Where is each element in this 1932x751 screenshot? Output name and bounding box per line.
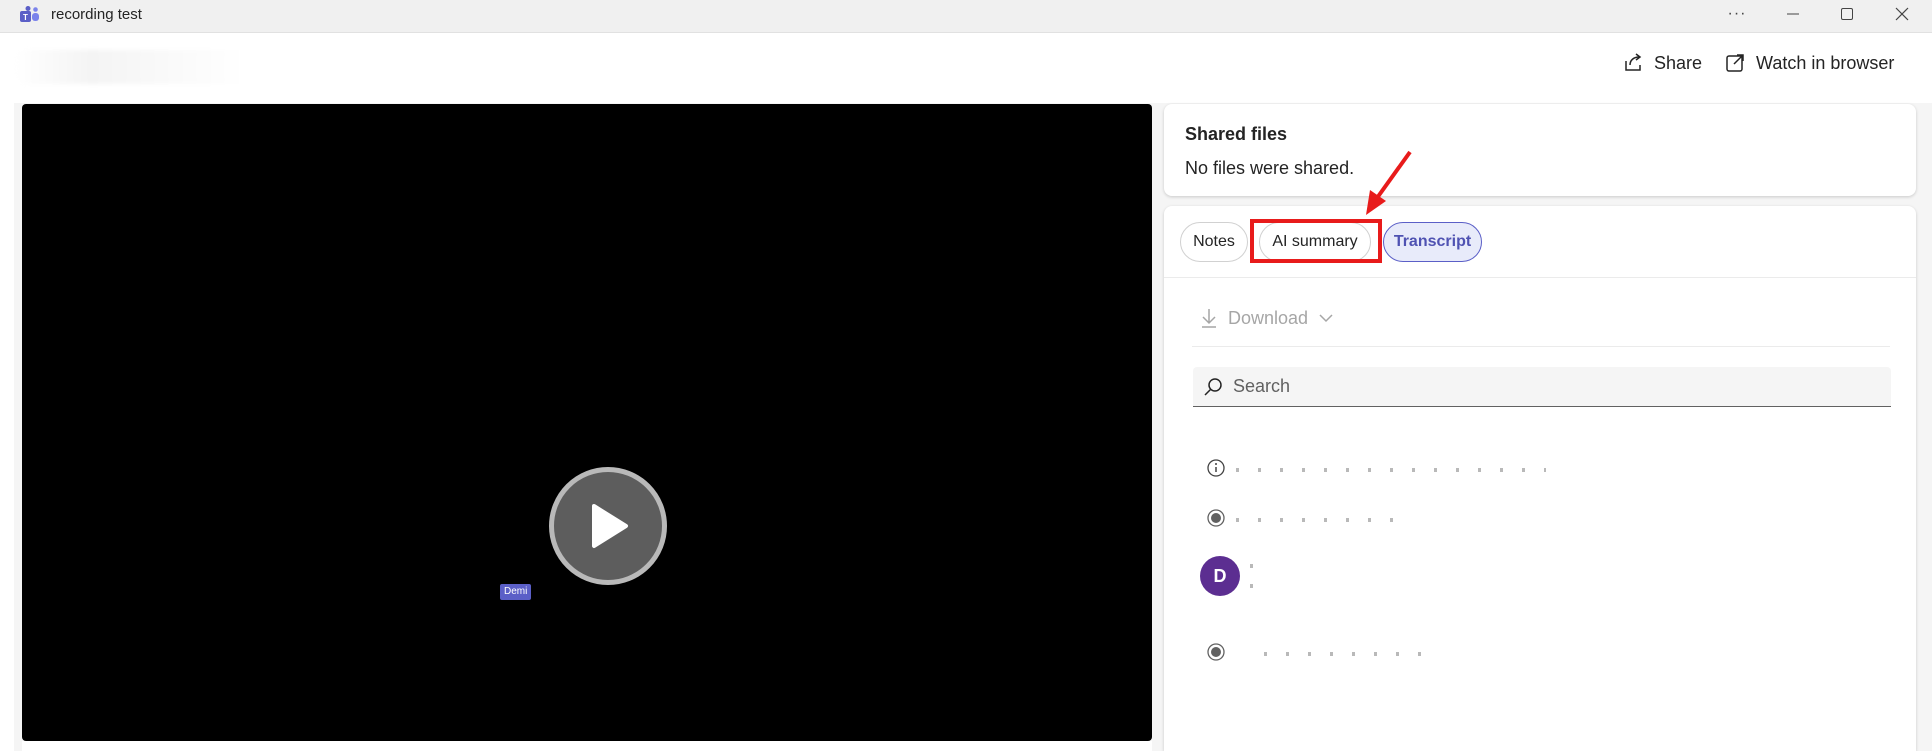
minimize-button[interactable]	[1770, 0, 1816, 27]
recording-icon	[1207, 643, 1225, 661]
redacted-text	[1236, 518, 1406, 522]
window-title: recording test	[51, 6, 142, 23]
play-icon	[592, 504, 628, 548]
play-button[interactable]	[549, 467, 667, 585]
search-icon	[1204, 377, 1222, 396]
close-icon	[1895, 7, 1909, 20]
shared-files-title: Shared files	[1185, 124, 1288, 144]
info-icon	[1207, 459, 1225, 477]
open-external-icon	[1726, 54, 1744, 72]
annotation-highlight-box	[1250, 219, 1382, 263]
video-player[interactable]: Demi	[22, 104, 1152, 741]
download-button[interactable]: Download	[1200, 307, 1334, 329]
tab-transcript[interactable]: Transcript	[1383, 222, 1482, 262]
redacted-text	[1264, 652, 1424, 656]
title-bar: T recording test ···	[0, 0, 1932, 33]
recording-icon	[1207, 509, 1225, 527]
avatar-initial: D	[1213, 565, 1227, 586]
tab-transcript-label: Transcript	[1393, 233, 1472, 250]
speaker-tag: Demi	[500, 584, 532, 600]
transcript-event-entry	[1164, 506, 1916, 536]
redacted-meeting-name	[14, 50, 400, 84]
tab-notes[interactable]: Notes	[1180, 222, 1248, 262]
transcript-search[interactable]	[1193, 367, 1891, 407]
avatar: D	[1200, 556, 1240, 596]
video-controls-strip	[22, 741, 1152, 751]
transcript-speaker-entry[interactable]: D	[1164, 550, 1916, 602]
maximize-icon	[1841, 7, 1853, 20]
watch-in-browser-label: Watch in browser	[1756, 52, 1895, 73]
tab-notes-label: Notes	[1193, 233, 1235, 250]
download-icon	[1202, 309, 1216, 328]
transcript-event-entry	[1164, 640, 1916, 670]
watch-in-browser-button[interactable]: Watch in browser	[1724, 52, 1894, 74]
chevron-down-icon	[1319, 314, 1333, 323]
svg-text:T: T	[23, 13, 28, 22]
more-icon: ···	[1727, 4, 1747, 22]
shared-files-card: Shared files No files were shared.	[1164, 104, 1916, 196]
tabs-divider	[1164, 277, 1916, 278]
close-button[interactable]	[1879, 0, 1925, 27]
share-icon	[1625, 53, 1642, 71]
redacted-text	[1236, 468, 1546, 472]
download-divider	[1192, 346, 1890, 347]
shared-files-empty-text: No files were shared.	[1185, 158, 1355, 178]
minimize-icon	[1787, 13, 1799, 14]
share-label: Share	[1654, 52, 1703, 73]
maximize-button[interactable]	[1824, 0, 1870, 27]
more-options-button[interactable]: ···	[1714, 0, 1760, 27]
redacted-text	[1250, 584, 1256, 588]
share-button[interactable]: Share	[1622, 52, 1702, 74]
recap-panel: Notes AI summary Transcript Download Sea…	[1164, 206, 1916, 751]
search-input[interactable]	[1233, 376, 1873, 397]
transcript-info-entry	[1164, 456, 1916, 486]
redacted-text	[1250, 564, 1256, 568]
teams-app-icon: T	[20, 6, 39, 22]
download-label: Download	[1228, 307, 1309, 328]
